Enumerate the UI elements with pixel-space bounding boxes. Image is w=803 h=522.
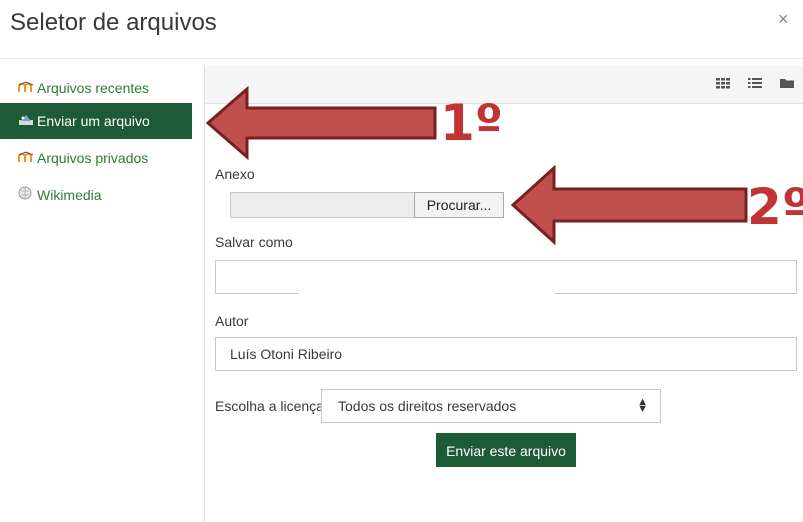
header-divider xyxy=(0,58,803,59)
folder-view-icon[interactable] xyxy=(779,76,799,94)
sidebar-item-label: Arquivos recentes xyxy=(37,80,150,96)
sidebar-item-recent-files[interactable]: Arquivos recentes xyxy=(0,70,196,106)
license-select-value: Todos os direitos reservados xyxy=(338,398,517,414)
list-view-icon[interactable] xyxy=(747,76,767,94)
moodle-icon xyxy=(18,70,34,106)
license-select[interactable]: Todos os direitos reservados ▲ ▼ xyxy=(321,389,661,423)
dialog-title: Seletor de arquivos xyxy=(10,9,217,36)
select-arrows-icon: ▲ ▼ xyxy=(637,396,648,415)
sidebar-item-label: Arquivos privados xyxy=(37,150,149,166)
upload-icon xyxy=(18,103,34,139)
annotation-step-1: 1º xyxy=(440,94,503,152)
author-label: Autor xyxy=(215,313,249,329)
attachment-label: Anexo xyxy=(215,166,255,182)
sidebar-item-upload-file[interactable]: Enviar um arquivo xyxy=(0,103,192,139)
sidebar-item-wikimedia[interactable]: Wikimedia xyxy=(0,177,196,213)
close-icon[interactable]: × xyxy=(778,10,789,28)
author-input[interactable]: Luís Otoni Ribeiro xyxy=(215,337,797,371)
sidebar-item-private-files[interactable]: Arquivos privados xyxy=(0,140,196,176)
browse-button[interactable]: Procurar... xyxy=(414,192,504,218)
wikimedia-icon xyxy=(18,177,32,213)
sidebar-item-label: Wikimedia xyxy=(37,187,102,203)
annotation-arrow-2 xyxy=(510,164,748,246)
moodle-icon xyxy=(18,140,34,176)
sidebar-item-label: Enviar um arquivo xyxy=(37,113,150,129)
annotation-step-2: 2º xyxy=(747,178,803,236)
license-label: Escolha a licença xyxy=(215,398,324,414)
upload-file-button[interactable]: Enviar este arquivo xyxy=(436,433,576,467)
annotation-arrow-1 xyxy=(205,85,437,161)
save-as-label: Salvar como xyxy=(215,234,293,250)
grid-view-icon[interactable] xyxy=(715,76,735,94)
redaction-overlay xyxy=(299,275,555,297)
file-name-display xyxy=(230,192,416,218)
